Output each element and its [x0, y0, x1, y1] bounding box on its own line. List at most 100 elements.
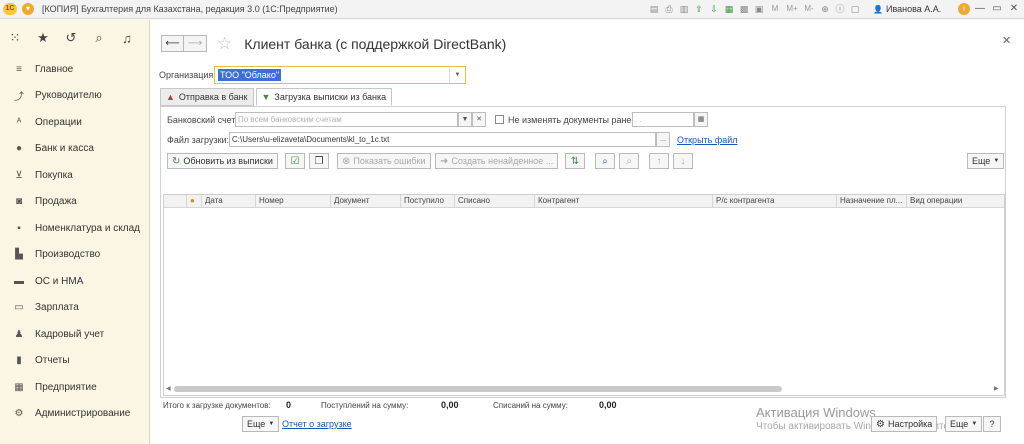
bank-account-input[interactable]: По всем банковским счетам: [235, 112, 458, 127]
calendar-icon[interactable]: ▩: [738, 3, 750, 15]
bank-account-clear[interactable]: ✕: [472, 112, 486, 127]
back-button[interactable]: ⟵: [161, 35, 184, 52]
col-number[interactable]: Номер: [255, 195, 330, 208]
footer-more-button[interactable]: Еще ▼: [242, 416, 280, 432]
settings-button[interactable]: ⚙ Настройка: [871, 416, 938, 432]
close-form-icon[interactable]: ✕: [1002, 34, 1011, 47]
more-button[interactable]: Еще ▼: [967, 153, 1005, 169]
create-unfound-button[interactable]: ➜ Создать ненайденное ...: [435, 153, 559, 169]
window-title: [КОПИЯ] Бухгалтерия для Казахстана, реда…: [42, 4, 338, 14]
calculator-icon[interactable]: ▣: [753, 3, 765, 15]
sidebar-item-administration[interactable]: ⚙ Администрирование: [0, 401, 149, 428]
sort-button[interactable]: ⇅: [565, 153, 585, 169]
sidebar-item-salary[interactable]: ▭ Зарплата: [0, 295, 149, 322]
help-button[interactable]: ?: [983, 416, 1001, 432]
sidebar-item-sales[interactable]: ◙ Продажа: [0, 189, 149, 216]
apps-grid-icon[interactable]: ⁙: [8, 30, 22, 46]
load-statement-panel: Банковский счет: По всем банковским счет…: [160, 106, 1006, 398]
select-all-button[interactable]: ☑: [285, 153, 305, 169]
spreadsheet-icon[interactable]: ▦: [723, 3, 735, 15]
save-icon[interactable]: ▤: [648, 3, 660, 15]
download-icon[interactable]: ⇩: [708, 3, 720, 15]
memory-mplus-button[interactable]: M+: [785, 3, 799, 15]
bank-account-dropdown[interactable]: ▼: [458, 112, 472, 127]
col-operation-type[interactable]: Вид операции: [906, 195, 1004, 208]
memory-m-button[interactable]: M: [768, 3, 782, 15]
page-title: Клиент банка (с поддержкой DirectBank): [244, 35, 507, 52]
close-window-icon[interactable]: ✕: [1007, 3, 1021, 15]
send-icon: ▲: [166, 92, 175, 102]
search-icon[interactable]: ⌕: [92, 30, 106, 46]
info-circle-icon[interactable]: i: [958, 3, 970, 15]
tab-load-statement[interactable]: ▼ Загрузка выписки из банка: [255, 88, 393, 106]
sidebar-item-production[interactable]: ▙ Производство: [0, 242, 149, 269]
open-file-link[interactable]: Открыть файл: [677, 135, 738, 145]
col-checkbox[interactable]: [164, 195, 186, 208]
statement-table[interactable]: ● Дата Номер Документ Поступило Списано …: [163, 194, 1005, 396]
organization-field[interactable]: ТОО "Облако" ▼: [214, 66, 466, 84]
titlebar-toolbar: ▤ ⎙ ▥ ⇪ ⇩ ▦ ▩ ▣ M M+ M- ⊕ ⓘ ▢: [648, 3, 861, 15]
file-path-input[interactable]: C:\Users\u-elizaveta\Documents\kl_to_1c.…: [229, 132, 656, 147]
col-counterparty[interactable]: Контрагент: [534, 195, 712, 208]
copy-button[interactable]: ❐: [309, 153, 329, 169]
scroll-left-icon[interactable]: ◀: [166, 385, 171, 393]
gear-icon: ⚙: [876, 418, 885, 430]
chevron-down-icon[interactable]: ▼: [449, 67, 465, 83]
menu-lines-icon: ≡: [16, 63, 22, 75]
upload-icon[interactable]: ⇪: [693, 3, 705, 15]
clear-find-button[interactable]: ⌕: [619, 153, 639, 169]
memory-mminus-button[interactable]: M-: [802, 3, 816, 15]
print-icon[interactable]: ⎙: [663, 3, 675, 15]
col-received[interactable]: Поступило: [400, 195, 454, 208]
scroll-right-icon[interactable]: ▶: [994, 385, 999, 393]
minimize-icon[interactable]: —: [973, 3, 987, 15]
notifications-bell-icon[interactable]: ♫: [120, 31, 134, 46]
col-status-icon[interactable]: ●: [186, 195, 201, 208]
main-content: ⟵ ⟶ ☆ Клиент банка (с поддержкой DirectB…: [151, 20, 1024, 444]
refresh-from-statement-button[interactable]: ↻ Обновить из выписки: [167, 153, 278, 169]
horizontal-scrollbar[interactable]: ◀ ▶: [164, 385, 1004, 393]
preview-icon[interactable]: ▥: [678, 3, 690, 15]
sidebar-item-main[interactable]: ≡ Главное: [0, 56, 149, 83]
history-icon[interactable]: ↺: [64, 30, 78, 46]
sort-asc-button[interactable]: ↑: [649, 153, 669, 169]
forward-button[interactable]: ⟶: [184, 35, 207, 52]
scrollbar-thumb[interactable]: [174, 386, 782, 392]
sidebar-item-operations[interactable]: ᴬ Операции: [0, 109, 149, 136]
favorite-star-icon[interactable]: ☆: [217, 35, 232, 52]
tab-send-to-bank[interactable]: ▲ Отправка в банк: [160, 88, 254, 106]
show-errors-button[interactable]: ⊗ Показать ошибки: [337, 153, 431, 169]
truck-icon: ▬: [14, 275, 24, 287]
calendar-picker-icon[interactable]: ▦: [694, 112, 708, 127]
col-date[interactable]: Дата: [201, 195, 255, 208]
window-icon[interactable]: ▢: [849, 3, 861, 15]
find-button[interactable]: ⌕: [595, 153, 615, 169]
load-report-link[interactable]: Отчет о загрузке: [282, 419, 352, 429]
sidebar-item-nomenclature[interactable]: ▪ Номенклатура и склад: [0, 215, 149, 242]
info-icon[interactable]: ⓘ: [834, 3, 846, 15]
col-document[interactable]: Документ: [330, 195, 400, 208]
zoom-in-icon[interactable]: ⊕: [819, 3, 831, 15]
col-counterparty-account[interactable]: Р/с контрагента: [712, 195, 836, 208]
no-change-docs-checkbox[interactable]: [495, 115, 504, 124]
date-input[interactable]: . .: [632, 112, 694, 127]
sidebar-item-enterprise[interactable]: ▦ Предприятие: [0, 374, 149, 401]
maximize-icon[interactable]: ▭: [990, 3, 1004, 15]
current-user[interactable]: 👤 Иванова А.А.: [873, 4, 941, 14]
sort-desc-button[interactable]: ↓: [673, 153, 693, 169]
favorites-star-icon[interactable]: ★: [36, 30, 50, 46]
sidebar-item-bank-cash[interactable]: ● Банк и касса: [0, 136, 149, 163]
col-payment-purpose[interactable]: Назначение пл...: [836, 195, 906, 208]
browse-file-button[interactable]: ...: [656, 132, 670, 147]
chevron-down-icon: ▼: [268, 421, 275, 427]
footer-more2-button[interactable]: Еще ▼: [945, 416, 983, 432]
app-menu-button[interactable]: ▾: [22, 3, 34, 15]
sidebar-item-fixed-assets[interactable]: ▬ ОС и НМА: [0, 268, 149, 295]
cart-icon: ⊻: [15, 169, 23, 181]
sidebar-item-reports[interactable]: ▮ Отчеты: [0, 348, 149, 375]
col-written-off[interactable]: Списано: [454, 195, 534, 208]
copy-icon: ❐: [314, 155, 324, 167]
sidebar-item-manager[interactable]: ⤴ Руководителю: [0, 83, 149, 110]
sidebar-item-hr[interactable]: ♟ Кадровый учет: [0, 321, 149, 348]
sidebar-item-purchase[interactable]: ⊻ Покупка: [0, 162, 149, 189]
